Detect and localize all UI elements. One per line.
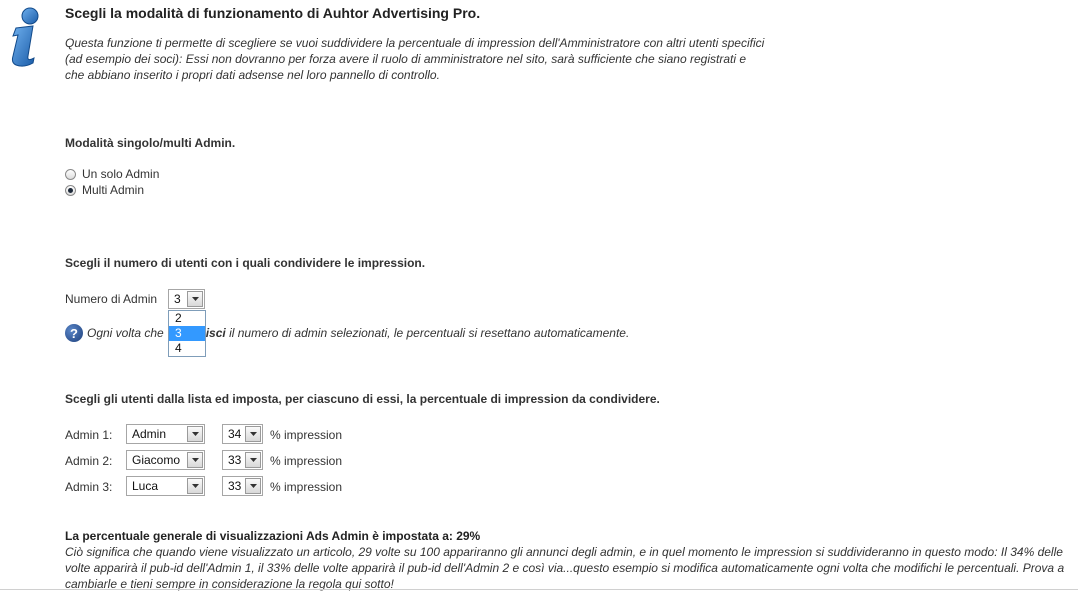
impression-suffix: % impression [270, 480, 343, 494]
admin-percent-value: 34 [228, 427, 242, 441]
dropdown-option[interactable]: 2 [169, 311, 205, 326]
chevron-down-icon[interactable] [245, 478, 261, 494]
info-icon [11, 7, 39, 67]
dropdown-option-selected[interactable]: 3 [169, 326, 205, 341]
admin-row-label: Admin 3: [65, 480, 113, 494]
chevron-down-icon[interactable] [245, 426, 261, 442]
radio-single-admin-input[interactable] [65, 168, 76, 180]
admin-user-value: Luca [132, 479, 159, 493]
admin-user-value: Giacomo [132, 453, 181, 467]
chevron-down-icon[interactable] [187, 452, 203, 468]
admin-count-value: 3 [174, 292, 181, 306]
help-note: ? Ogni volta che isci il numero di admin … [65, 324, 629, 342]
chevron-down-icon[interactable] [187, 478, 203, 494]
admin-row-label: Admin 2: [65, 454, 113, 468]
chevron-down-icon[interactable] [245, 452, 261, 468]
admin-percent-select[interactable]: 33 [222, 450, 263, 470]
admin-count-label: Numero di Admin [65, 292, 158, 306]
admin-user-value: Admin [132, 427, 167, 441]
radio-single-admin[interactable]: Un solo Admin [65, 166, 159, 182]
radio-multi-admin[interactable]: Multi Admin [65, 182, 144, 198]
dropdown-option[interactable]: 4 [169, 341, 205, 356]
admin-percent-select[interactable]: 33 [222, 476, 263, 496]
summary-text: Ciò significa che quando viene visualizz… [65, 545, 1065, 591]
chevron-down-icon[interactable] [187, 291, 203, 307]
admin-count-dropdown[interactable]: 2 3 4 [168, 310, 206, 357]
admin-user-select[interactable]: Luca [126, 476, 205, 496]
admins-section-label: Scegli gli utenti dalla lista ed imposta… [65, 392, 660, 406]
admin-percent-select[interactable]: 34 [222, 424, 263, 444]
admin-row-label: Admin 1: [65, 428, 113, 442]
page-title: Scegli la modalità di funzionamento di A… [65, 5, 481, 21]
radio-multi-admin-label: Multi Admin [82, 183, 145, 197]
summary-title: La percentuale generale di visualizzazio… [65, 529, 481, 543]
help-icon: ? [65, 324, 83, 342]
admin-user-select[interactable]: Admin [126, 424, 205, 444]
radio-single-admin-label: Un solo Admin [82, 167, 160, 181]
admin-percent-value: 33 [228, 453, 242, 467]
divider [0, 589, 1078, 590]
admin-count-select[interactable]: 3 [168, 289, 205, 309]
count-section-label: Scegli il numero di utenti con i quali c… [65, 256, 426, 270]
admin-user-select[interactable]: Giacomo [126, 450, 205, 470]
impression-suffix: % impression [270, 428, 343, 442]
chevron-down-icon[interactable] [187, 426, 203, 442]
impression-suffix: % impression [270, 454, 343, 468]
intro-text: Questa funzione ti permette di scegliere… [65, 36, 765, 82]
admin-percent-value: 33 [228, 479, 242, 493]
mode-section-label: Modalità singolo/multi Admin. [65, 136, 236, 150]
radio-multi-admin-input[interactable] [65, 184, 76, 196]
